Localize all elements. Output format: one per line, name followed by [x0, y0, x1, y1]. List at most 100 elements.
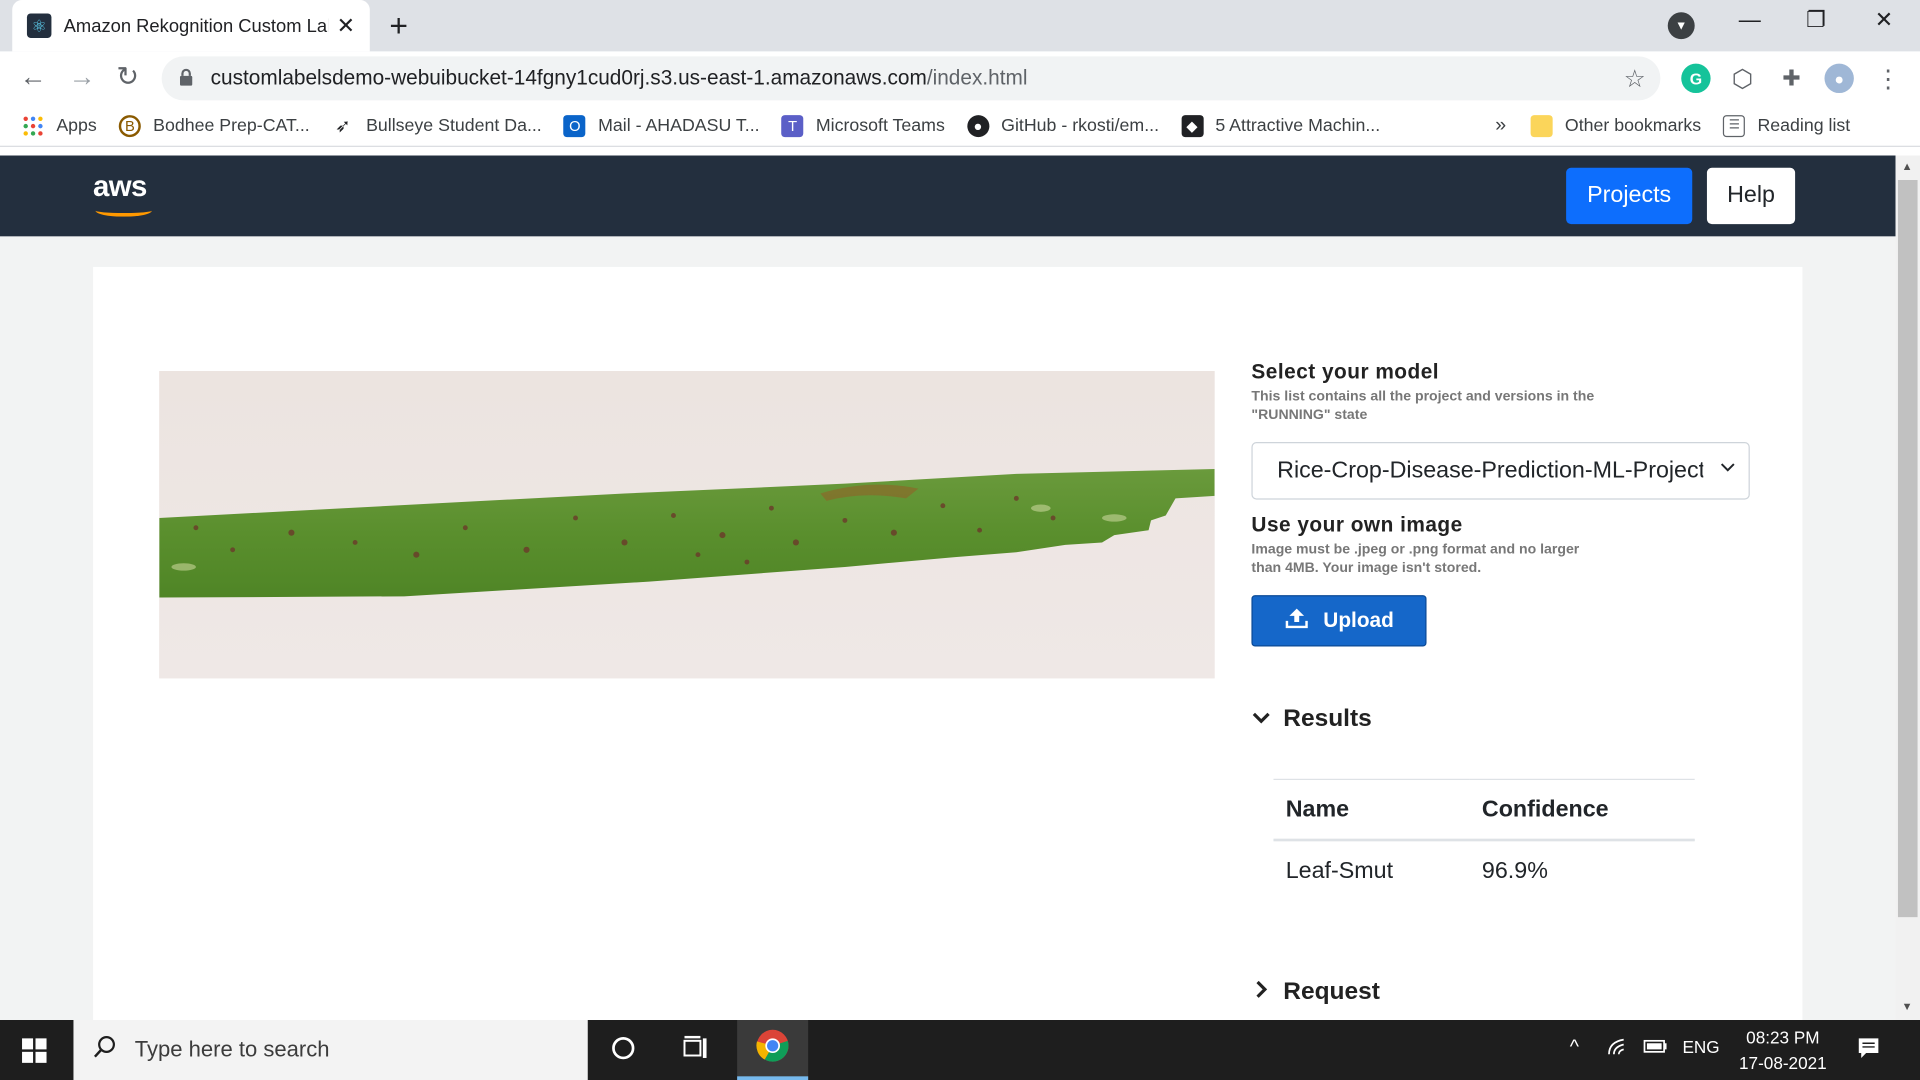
address-bar[interactable]: customlabelsdemo-webuibucket-14fgny1cud0…: [161, 56, 1661, 101]
results-table: Name Confidence Leaf-Smut 96.9%: [1273, 778, 1695, 903]
forward-icon[interactable]: →: [69, 61, 96, 93]
upload-icon: [1284, 607, 1308, 635]
request-heading: Request: [1283, 978, 1380, 1006]
notifications-icon[interactable]: [1856, 1036, 1880, 1064]
chevron-down-icon: [1251, 708, 1275, 730]
main-card: Select your model This list contains all…: [93, 266, 1803, 1021]
chrome-menu-icon[interactable]: ⋮: [1873, 64, 1902, 93]
bookmark-label: Other bookmarks: [1564, 115, 1702, 136]
browser-toolbar: ← → ↻ customlabelsdemo-webuibucket-14fgn…: [0, 51, 1920, 106]
results-heading: Results: [1283, 705, 1372, 733]
grammarly-icon[interactable]: G: [1681, 63, 1711, 94]
back-icon[interactable]: ←: [20, 61, 47, 93]
windows-start-icon[interactable]: [22, 1038, 47, 1063]
show-hidden-icons-icon[interactable]: ^: [1570, 1037, 1579, 1059]
bookmark-label: 5 Attractive Machin...: [1215, 115, 1381, 136]
reading-list-icon: ☰: [1723, 114, 1746, 137]
chevron-right-icon: [1251, 980, 1275, 1006]
bookmark-label: Microsoft Teams: [815, 115, 945, 136]
page-scrollbar[interactable]: ▲ ▼: [1895, 155, 1920, 1021]
bookmark-label: Bullseye Student Da...: [366, 115, 542, 136]
restore-icon[interactable]: ❐: [1806, 7, 1826, 33]
bookmark-label: Mail - AHADASU T...: [598, 115, 760, 136]
cortana-icon[interactable]: [610, 1035, 637, 1069]
select-model-description: This list contains all the project and v…: [1251, 389, 1595, 423]
profile-avatar[interactable]: ●: [1824, 63, 1854, 94]
aws-navbar: aws Projects Help: [0, 155, 1896, 237]
select-model-heading: Select your model: [1251, 360, 1440, 384]
url-host: customlabelsdemo-webuibucket-14fgny1cud0…: [210, 66, 927, 90]
reading-list[interactable]: ☰ Reading list: [1723, 114, 1850, 137]
bodhee-icon: B: [118, 114, 141, 137]
close-window-icon[interactable]: ✕: [1875, 7, 1893, 33]
bookmark-label: Bodhee Prep-CAT...: [153, 115, 310, 136]
browser-tab[interactable]: ⚛ Amazon Rekognition Custom Labels ✕: [12, 0, 370, 52]
bookmark-apps[interactable]: Apps: [22, 114, 97, 136]
upload-button-label: Upload: [1323, 608, 1394, 632]
clock-date: 17-08-2021: [1739, 1053, 1827, 1073]
table-header-row: Name Confidence: [1273, 778, 1695, 842]
reload-icon[interactable]: ↻: [116, 61, 139, 93]
apps-grid-icon: [22, 114, 44, 136]
leaf-image: [159, 371, 1215, 679]
model-select-value: Rice-Crop-Disease-Prediction-ML-Project: [1277, 457, 1704, 484]
result-confidence: 96.9%: [1481, 858, 1548, 885]
task-view-icon[interactable]: [682, 1035, 709, 1069]
github-icon: ●: [966, 114, 989, 137]
results-toggle[interactable]: Results: [1251, 705, 1372, 733]
folder-icon: [1530, 114, 1553, 137]
lock-icon: [179, 68, 194, 89]
search-placeholder: Type here to search: [134, 1037, 330, 1062]
extensions-puzzle-icon[interactable]: ✚: [1777, 64, 1806, 93]
react-icon: ⚛: [26, 13, 52, 38]
bookmark-teams[interactable]: T Microsoft Teams: [781, 114, 945, 137]
outlook-icon: O: [563, 114, 586, 137]
table-row: Leaf-Smut 96.9%: [1273, 840, 1694, 902]
projects-button[interactable]: Projects: [1566, 167, 1693, 225]
taskbar-search-input[interactable]: Type here to search: [73, 1020, 588, 1080]
upload-button[interactable]: Upload: [1251, 595, 1427, 647]
browser-tab-strip: ⚛ Amazon Rekognition Custom Labels ✕ + ▼…: [0, 0, 1920, 52]
chrome-icon: [756, 1028, 790, 1068]
bookmark-label: GitHub - rkosti/em...: [1001, 115, 1160, 136]
model-select[interactable]: Rice-Crop-Disease-Prediction-ML-Project: [1251, 442, 1750, 500]
shield-icon: ◆: [1181, 114, 1204, 137]
bookmark-label: Apps: [56, 115, 97, 136]
tab-search-icon[interactable]: ▼: [1667, 12, 1695, 40]
url-path: /index.html: [926, 66, 1028, 90]
teams-icon: T: [781, 114, 804, 137]
aws-logo[interactable]: aws: [93, 170, 147, 204]
minimize-icon[interactable]: —: [1739, 7, 1761, 33]
tab-title: Amazon Rekognition Custom Labels: [63, 15, 328, 37]
bookmark-other[interactable]: Other bookmarks: [1530, 114, 1702, 137]
scroll-down-icon[interactable]: ▼: [1902, 1000, 1913, 1012]
column-header-name: Name: [1273, 778, 1470, 842]
taskbar-clock[interactable]: 08:23 PM 17-08-2021: [1729, 1025, 1837, 1076]
chevron-down-icon: [1719, 458, 1736, 481]
own-image-description: Image must be .jpeg or .png format and n…: [1251, 542, 1580, 576]
request-toggle[interactable]: Request: [1251, 978, 1380, 1006]
bookmark-github[interactable]: ● GitHub - rkosti/em...: [966, 114, 1160, 137]
bookmark-attractive[interactable]: ◆ 5 Attractive Machin...: [1181, 114, 1381, 137]
search-icon: [93, 1034, 117, 1066]
result-name: Leaf-Smut: [1285, 858, 1394, 885]
aws-smile-icon: [95, 204, 152, 217]
bookmark-bullseye[interactable]: ➶ Bullseye Student Da...: [332, 114, 542, 137]
web-page: aws Projects Help Select your model This…: [0, 155, 1896, 1021]
chrome-taskbar-button[interactable]: [737, 1020, 809, 1080]
bookmark-bodhee[interactable]: B Bodhee Prep-CAT...: [118, 114, 310, 137]
scroll-thumb[interactable]: [1897, 180, 1918, 918]
battery-icon[interactable]: [1641, 1037, 1668, 1058]
extension-cube-icon[interactable]: ⬡: [1728, 64, 1757, 93]
own-image-heading: Use your own image: [1251, 513, 1463, 537]
bookmark-mail[interactable]: O Mail - AHADASU T...: [563, 114, 760, 137]
help-button[interactable]: Help: [1706, 167, 1796, 225]
network-icon[interactable]: [1607, 1037, 1631, 1060]
close-tab-icon[interactable]: ✕: [337, 13, 355, 39]
bookmarks-overflow-button[interactable]: »: [1495, 114, 1506, 136]
bookmark-star-icon[interactable]: ☆: [1624, 64, 1646, 95]
language-indicator[interactable]: ENG: [1682, 1037, 1719, 1057]
scroll-up-icon[interactable]: ▲: [1902, 160, 1913, 172]
new-tab-button[interactable]: +: [389, 7, 408, 45]
column-header-confidence: Confidence: [1469, 778, 1695, 842]
